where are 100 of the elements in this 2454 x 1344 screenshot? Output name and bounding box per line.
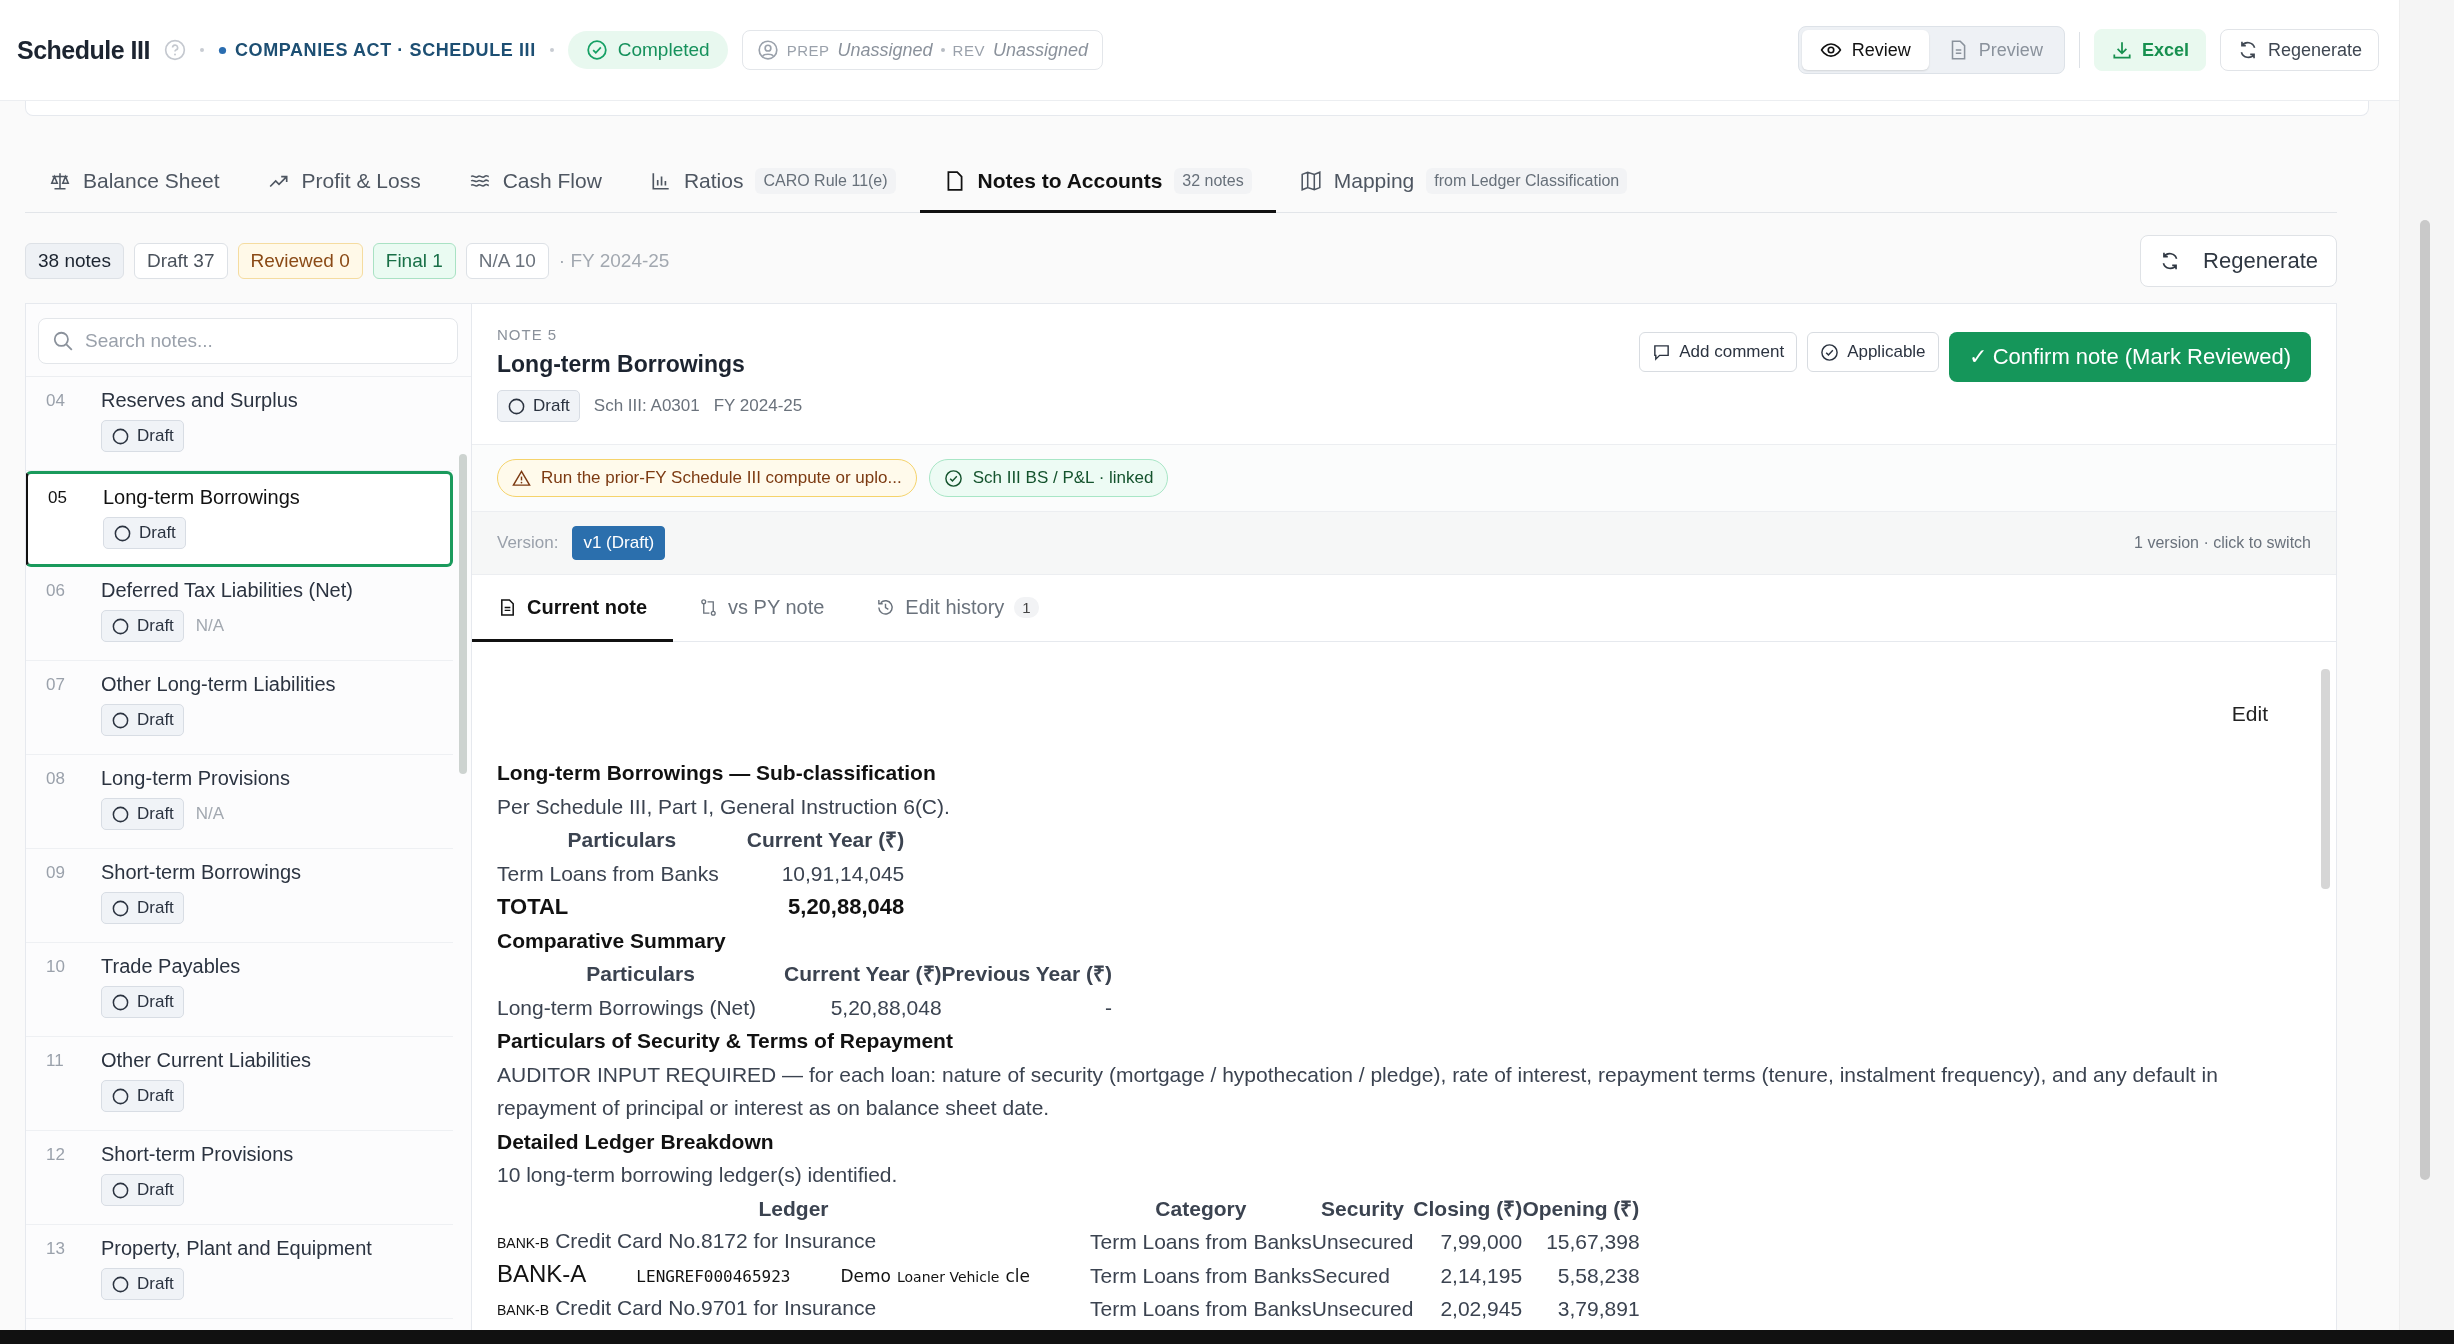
note-number: 08 [45, 768, 66, 790]
note-action-button[interactable]: Applicable [1807, 332, 1939, 372]
status-text: Draft [137, 1274, 174, 1294]
status-text: Draft [139, 523, 176, 543]
note-list-item[interactable]: 05 Long-term Borrowings Draft [26, 471, 453, 567]
section-tab[interactable]: Mapping from Ledger Classification [1275, 152, 1652, 213]
table-cell-text: Unsecured [1311, 1296, 1414, 1322]
note-list-item[interactable]: 12 Short-term Provisions Draft [26, 1131, 453, 1225]
scrollbar[interactable] [2321, 669, 2330, 889]
header-action-button[interactable]: Regenerate [2219, 29, 2379, 71]
section-tab[interactable]: Notes to Accounts 32 notes [919, 152, 1276, 213]
status-text: Draft [533, 396, 570, 416]
regenerate-button[interactable]: Regenerate [2140, 235, 2337, 287]
column-header: Particulars [497, 957, 785, 991]
note-list-item[interactable]: 11 Other Current Liabilities Draft [26, 1037, 453, 1131]
section-heading: Particulars of Security & Terms of Repayment [497, 1028, 954, 1054]
version-button[interactable]: v1 (Draft) [572, 526, 666, 560]
section-heading: Detailed Ledger Breakdown [497, 1128, 775, 1155]
note-number: 13 [45, 1238, 66, 1260]
tab-badge: from Ledger Classification [1426, 168, 1628, 194]
column-header: Closing (₹) [1413, 1195, 1523, 1222]
note-title: Trade Payables [101, 955, 241, 978]
status-dot-icon [217, 45, 227, 55]
table-cell-text: TOTAL [497, 893, 570, 921]
column-header: Current Year (₹) [784, 961, 942, 987]
table-cell-text: 10,91,14,045 [780, 860, 905, 887]
section-tab[interactable]: Profit & Loss [243, 152, 445, 213]
paragraph: 10 long-term borrowing ledger(s) identified. [497, 1162, 899, 1188]
check-circle-icon [585, 39, 608, 61]
framework-label: COMPANIES ACT · SCHEDULE III [234, 39, 536, 61]
ledger-text: Credit Card No.9701 for Insurance [555, 1295, 877, 1319]
note-title: Long-term Provisions [101, 767, 290, 790]
note-action-button[interactable]: Add comment [1639, 332, 1798, 372]
circle-icon [507, 396, 526, 416]
status-text: Draft [137, 710, 174, 730]
count-chip: N/A 10 [465, 243, 549, 279]
note-list-item[interactable]: 08 Long-term Provisions Draft N/A [26, 755, 453, 849]
header-action-button[interactable]: Excel [2093, 29, 2206, 71]
note-number: 07 [45, 674, 66, 696]
note-list-item[interactable]: 09 Short-term Borrowings Draft [26, 849, 453, 943]
note-action-button[interactable]: ✓ Confirm note (Mark Reviewed) [1948, 332, 2311, 382]
count-chip: 38 notes [25, 243, 124, 279]
note-tab[interactable]: Current note [472, 575, 673, 642]
status-text: Draft [137, 1086, 174, 1106]
help-icon[interactable] [163, 39, 186, 61]
ledger-text: LENGREF000465923 [636, 1266, 791, 1286]
user-icon [756, 39, 779, 61]
version-label: Version: [497, 533, 559, 553]
count-chip: Reviewed 0 [237, 243, 363, 279]
circle-icon [111, 710, 130, 730]
column-header: Category [1154, 1195, 1248, 1222]
table-cell: 5,58,238 [1522, 1258, 1640, 1292]
column-header: Previous Year (₹) [941, 961, 1112, 987]
table-cell-text: 5,20,88,048 [787, 893, 905, 921]
scrollbar[interactable] [459, 454, 467, 774]
status-text: Draft [137, 616, 174, 636]
ledger-text: Loaner Vehicle [897, 1268, 1000, 1285]
note-tab[interactable]: vs PY note [673, 575, 851, 642]
paragraph: AUDITOR INPUT REQUIRED — for each loan: nature of security (mortgage / hypothecation / pledge), rate of interest, repayment terms (tenure, instalment frequency), and any default in repayment of principal or interest as on balance sheet date. [497, 1061, 2219, 1121]
table-cell-text: Long-term Borrowings (Net) [497, 994, 758, 1021]
search-icon [52, 330, 74, 352]
note-list-item[interactable]: 10 Trade Payables Draft [26, 943, 453, 1037]
download-icon [2110, 39, 2133, 61]
search-field[interactable]: Search notes... [38, 318, 458, 364]
circle-icon [111, 1274, 130, 1294]
scrollbar[interactable] [2420, 220, 2430, 1180]
view-toggle-option[interactable]: Review [1801, 30, 1929, 70]
prep-value: Unassigned [837, 39, 933, 61]
circle-icon [111, 898, 130, 918]
period-label: FY 2024-25 [713, 396, 803, 416]
section-tab[interactable]: Ratios CARO Rule 11(e) [625, 152, 920, 213]
note-list-item[interactable]: 07 Other Long-term Liabilities Draft [26, 661, 453, 755]
schedule-code: Sch III: A0301 [593, 396, 700, 416]
circle-icon [111, 804, 130, 824]
rev-label: REV [952, 41, 985, 59]
note-label: NOTE 5 [497, 326, 559, 343]
tab-badge: 32 notes [1174, 168, 1252, 194]
note-list-item[interactable]: 06 Deferred Tax Liabilities (Net) Draft N/A [26, 567, 453, 661]
section-tab[interactable]: Cash Flow [444, 152, 626, 213]
section-tab[interactable]: Balance Sheet [25, 152, 244, 213]
note-list-item[interactable]: 13 Property, Plant and Equipment Draft [26, 1225, 453, 1319]
separator-dot [940, 48, 945, 52]
table-cell-text: 5,20,88,048 [829, 994, 942, 1021]
table-cell-text: Term Loans from Banks [1090, 1262, 1312, 1289]
note-title: Other Current Liabilities [101, 1049, 312, 1072]
circle-icon [111, 616, 130, 636]
column-header: Ledger [757, 1195, 830, 1222]
separator-dot [549, 48, 554, 52]
na-tag: N/A [195, 616, 225, 636]
table-cell: 7,99,000 [1413, 1225, 1523, 1259]
edit-button[interactable]: Edit [2223, 698, 2276, 730]
column-header: Particulars [497, 823, 747, 857]
circle-icon [111, 1086, 130, 1106]
note-tab[interactable]: Edit history 1 [850, 575, 1065, 642]
status-text: Draft [137, 804, 174, 824]
ledger-text: BANK-A [497, 1259, 587, 1287]
section-heading: Long-term Borrowings — Sub-classification [497, 760, 937, 786]
bar-chart-icon [649, 170, 672, 192]
table-cell: 3,79,891 [1522, 1292, 1640, 1326]
note-number: 12 [45, 1144, 66, 1166]
